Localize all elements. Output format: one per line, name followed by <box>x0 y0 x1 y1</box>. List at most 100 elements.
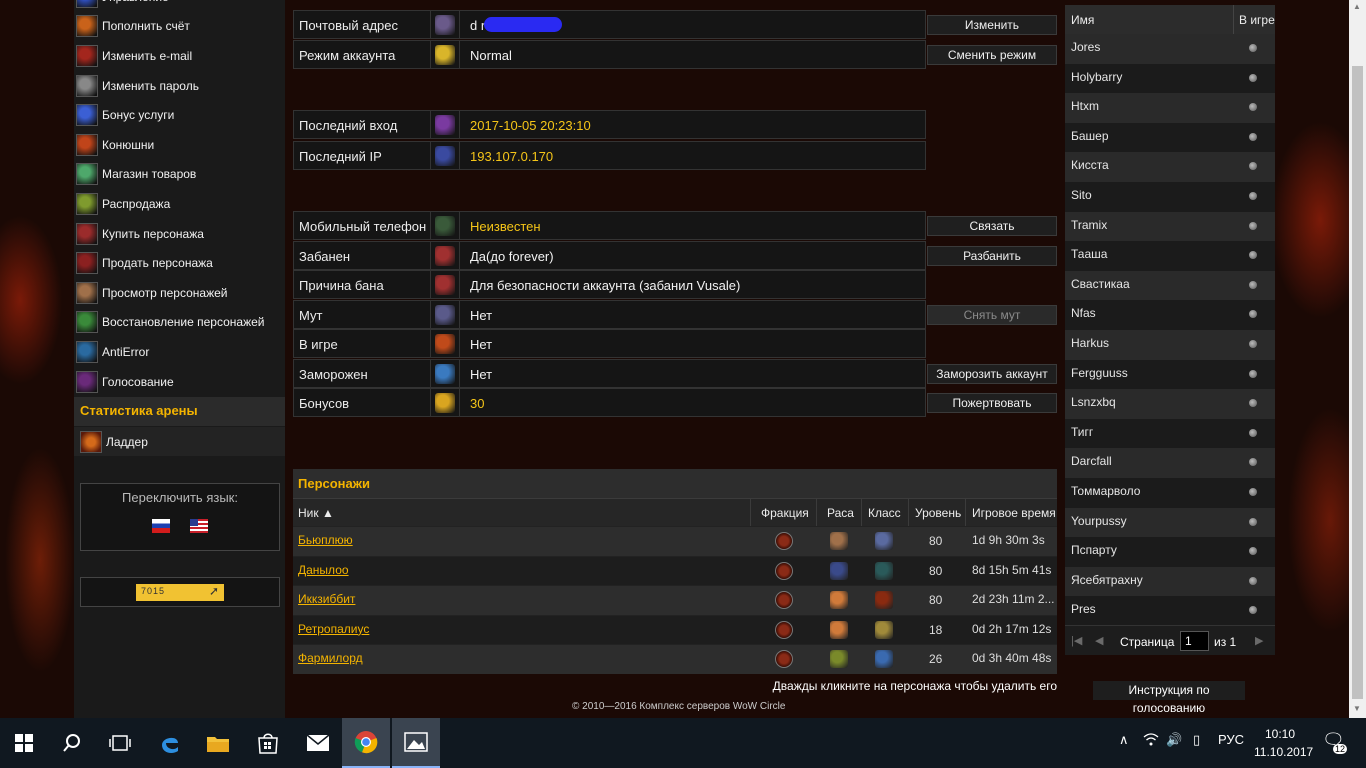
sidebar-item-10[interactable]: Просмотр персонажей <box>74 278 285 308</box>
show-hidden-icons-icon[interactable]: ∧ <box>1119 732 1129 748</box>
sidebar-item-11[interactable]: Восстановление персонажей <box>74 308 285 338</box>
online-player-row[interactable]: Тааша <box>1065 241 1275 271</box>
page-input[interactable] <box>1180 631 1209 651</box>
online-player-row[interactable]: Томмарволо <box>1065 478 1275 508</box>
search-icon[interactable] <box>48 718 96 768</box>
account-row-label: Причина бана <box>299 278 384 293</box>
scroll-down-icon[interactable]: ▼ <box>1353 704 1361 713</box>
notification-count-badge: 12 <box>1333 744 1348 754</box>
col-ingame[interactable]: В игре <box>1239 13 1275 27</box>
page-scrollbar[interactable]: ▲ ▼ <box>1349 0 1366 718</box>
email-icon <box>76 44 98 67</box>
character-row[interactable]: Иккзиббит 80 2d 23h 11m 2... <box>293 585 1057 615</box>
account-action-button[interactable]: Пожертвовать <box>927 393 1057 413</box>
russian-flag-icon[interactable] <box>152 519 170 533</box>
battery-icon[interactable]: ▯ <box>1193 732 1200 748</box>
online-player-row[interactable]: Кисста <box>1065 152 1275 182</box>
online-player-row[interactable]: Jores <box>1065 34 1275 64</box>
col-faction[interactable]: Фракция <box>761 506 809 520</box>
account-action-button[interactable]: Разбанить <box>927 246 1057 266</box>
online-player-row[interactable]: Sito <box>1065 182 1275 212</box>
sidebar-item-6[interactable]: Магазин товаров <box>74 160 285 190</box>
language-indicator[interactable]: РУС <box>1218 732 1244 747</box>
sidebar-item-7[interactable]: Распродажа <box>74 189 285 219</box>
sidebar-item-9[interactable]: Продать персонажа <box>74 248 285 278</box>
online-player-row[interactable]: Pres <box>1065 596 1275 626</box>
online-player-row[interactable]: Holybarry <box>1065 63 1275 94</box>
ingame-status-icon <box>1249 458 1257 467</box>
scrollbar-thumb[interactable] <box>1352 66 1363 699</box>
col-name[interactable]: Имя <box>1071 13 1094 27</box>
online-player-row[interactable]: Пспарту <box>1065 537 1275 567</box>
sidebar-item-ladder[interactable]: Ладдер <box>74 427 285 456</box>
next-page-icon[interactable]: ▶ <box>1255 634 1263 647</box>
file-explorer-icon[interactable] <box>194 718 242 768</box>
col-class[interactable]: Класс <box>868 506 901 520</box>
chrome-icon[interactable] <box>342 718 390 768</box>
store-icon[interactable] <box>244 718 292 768</box>
visit-counter[interactable]: 7015 ➚ <box>136 584 224 601</box>
sidebar-item-4[interactable]: Бонус услуги <box>74 100 285 130</box>
account-action-button[interactable]: Заморозить аккаунт <box>927 364 1057 384</box>
col-level[interactable]: Уровень <box>915 506 961 520</box>
online-player-row[interactable]: Nfas <box>1065 300 1275 330</box>
english-flag-icon[interactable] <box>190 519 208 533</box>
arena-stats-heading: Статистика арены <box>74 397 285 426</box>
taskbar-clock[interactable]: 10:10 11.10.2017 <box>1254 725 1313 761</box>
online-player-row[interactable]: Тигг <box>1065 418 1275 449</box>
vote-instruction-button[interactable]: Инструкция по голосованию <box>1093 681 1245 715</box>
sidebar-item-12[interactable]: AntiError <box>74 337 285 367</box>
wifi-icon[interactable] <box>1143 732 1159 749</box>
col-playtime[interactable]: Игровое время <box>972 506 1056 520</box>
ingame-status-icon <box>1249 369 1257 378</box>
online-player-row[interactable]: Свастикаа <box>1065 270 1275 301</box>
sidebar-item-0[interactable]: Управление <box>74 0 285 12</box>
character-name-link[interactable]: Данылоо <box>298 563 349 577</box>
online-player-name: Sito <box>1071 188 1092 202</box>
sidebar-item-1[interactable]: Пополнить счёт <box>74 12 285 42</box>
character-row[interactable]: Ретропалиус 18 0d 2h 17m 12s <box>293 614 1057 645</box>
character-row[interactable]: Бьюплюю 80 1d 9h 30m 3s <box>293 526 1057 556</box>
edge-browser-icon[interactable] <box>146 718 194 768</box>
mail-app-icon[interactable] <box>294 718 342 768</box>
character-row[interactable]: Фармилорд 26 0d 3h 40m 48s <box>293 644 1057 674</box>
prev-page-icon[interactable]: ◀ <box>1095 634 1103 647</box>
online-player-row[interactable]: Fergguuss <box>1065 359 1275 390</box>
online-player-row[interactable]: Tramix <box>1065 211 1275 242</box>
photos-app-icon[interactable] <box>392 718 440 768</box>
sidebar-item-5[interactable]: Конюшни <box>74 130 285 160</box>
sidebar-item-8[interactable]: Купить персонажа <box>74 219 285 249</box>
class-icon <box>875 561 893 580</box>
account-row-value: Normal <box>470 48 512 63</box>
task-view-icon[interactable] <box>96 718 144 768</box>
account-action-button[interactable]: Изменить <box>927 15 1057 35</box>
online-player-row[interactable]: Yourpussy <box>1065 507 1275 538</box>
online-player-row[interactable]: Башер <box>1065 122 1275 153</box>
volume-icon[interactable]: 🔊 <box>1166 732 1182 748</box>
character-row[interactable]: Данылоо 80 8d 15h 5m 41s <box>293 555 1057 586</box>
sidebar-item-3[interactable]: Изменить пароль <box>74 71 285 101</box>
sidebar-item-2[interactable]: Изменить e-mail <box>74 41 285 71</box>
col-nick[interactable]: Ник ▲ <box>298 506 334 520</box>
online-player-row[interactable]: Lsnzxbq <box>1065 389 1275 419</box>
scroll-up-icon[interactable]: ▲ <box>1353 2 1361 11</box>
col-race[interactable]: Раса <box>827 506 854 520</box>
account-action-button[interactable]: Снять мут <box>927 305 1057 325</box>
windows-start-icon[interactable] <box>0 718 48 768</box>
character-name-link[interactable]: Иккзиббит <box>298 592 355 606</box>
character-name-link[interactable]: Фармилорд <box>298 651 363 665</box>
ingame-status-icon <box>1249 251 1257 260</box>
online-player-row[interactable]: Ясебятрахну <box>1065 566 1275 597</box>
page-of-label: из 1 <box>1214 635 1237 649</box>
account-action-button[interactable]: Связать <box>927 216 1057 236</box>
character-name-link[interactable]: Бьюплюю <box>298 533 353 547</box>
online-player-row[interactable]: Darcfall <box>1065 448 1275 478</box>
online-player-row[interactable]: Harkus <box>1065 330 1275 360</box>
account-action-button[interactable]: Сменить режим <box>927 45 1057 65</box>
account-row-value: 193.107.0.170 <box>470 149 554 164</box>
character-name-link[interactable]: Ретропалиус <box>298 622 369 636</box>
sidebar-item-13[interactable]: Голосование <box>74 367 285 397</box>
first-page-icon[interactable]: |◀ <box>1071 634 1082 647</box>
login-icon <box>435 114 455 135</box>
online-player-row[interactable]: Htxm <box>1065 93 1275 123</box>
